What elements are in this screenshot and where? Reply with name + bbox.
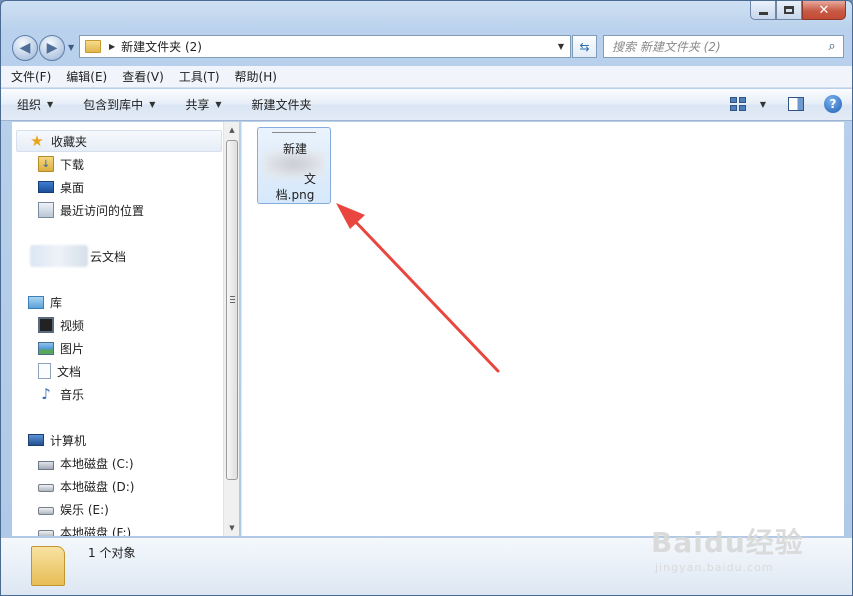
watermark: Baidu经验 jingyan.baidu.com: [651, 521, 804, 574]
annotation-arrow: [336, 203, 500, 373]
watermark-brand: Baidu经验: [651, 526, 804, 559]
arrow-shaft: [349, 215, 500, 373]
explorer-window: ✕ ◀ ▶ ▼ ▶ 新建文件夹 (2) ▼ ⇆ 搜索 新建文件夹 (2) ⌕ 文…: [0, 0, 853, 596]
watermark-url: jingyan.baidu.com: [655, 561, 774, 574]
item-count: 1 个对象: [88, 546, 136, 560]
folder-icon: [31, 546, 65, 586]
